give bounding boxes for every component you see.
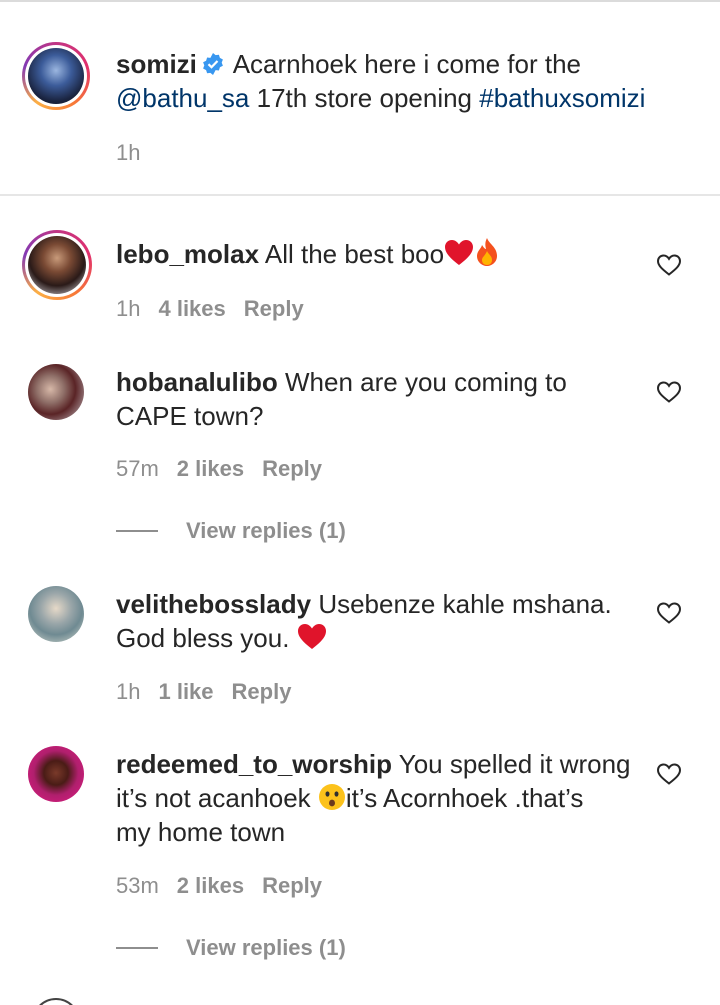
avatar[interactable] — [32, 998, 80, 1005]
verified-badge-icon — [203, 53, 223, 75]
reply-button[interactable]: Reply — [232, 679, 292, 704]
replies-dash — [116, 530, 158, 532]
comment-text: redeemed_to_worship You spelled it wrong… — [116, 747, 631, 849]
post-time: 1h — [116, 140, 141, 165]
mention-link[interactable]: @bathu_sa — [116, 83, 249, 113]
view-replies-button[interactable]: View replies (1) — [116, 935, 346, 961]
avatar[interactable] — [28, 364, 84, 420]
avatar[interactable] — [22, 230, 92, 300]
caption-text-part2: 17th store opening — [256, 83, 473, 113]
comment-body: You spelled it wrong — [398, 749, 631, 779]
avatar[interactable] — [22, 42, 90, 110]
comment-likes[interactable]: 2 likes — [177, 873, 244, 898]
like-heart-icon[interactable] — [656, 601, 682, 625]
avatar[interactable] — [28, 746, 84, 802]
comment-body: When are you coming to — [285, 367, 567, 397]
post-caption: somizi Acarnhoek here i come for the @ba… — [0, 6, 720, 196]
caption-text-part1: Acarnhoek here i come for the — [232, 49, 582, 79]
like-heart-icon[interactable] — [656, 380, 682, 404]
comment-body-line2a: it’s not acanhoek — [116, 783, 311, 813]
comment-time: 1h — [116, 679, 141, 704]
hushed-face-emoji-icon — [318, 784, 345, 810]
comment-body-line3: my home town — [116, 817, 286, 847]
comment-text: hobanalulibo When are you coming to CAPE… — [116, 365, 567, 433]
comment-username[interactable]: lebo_molax — [116, 239, 259, 269]
reply-button[interactable]: Reply — [262, 873, 322, 898]
comment-text: lebo_molax All the best boo — [116, 237, 500, 271]
like-heart-icon[interactable] — [656, 762, 682, 786]
comment-meta: 1h 4 likes Reply — [116, 296, 304, 322]
reply-button[interactable]: Reply — [262, 456, 322, 481]
comment-meta: 53m 2 likes Reply — [116, 873, 322, 899]
fire-emoji-icon — [477, 238, 498, 266]
comment-username[interactable]: hobanalulibo — [116, 367, 278, 397]
comment-body-line2: God bless you. — [116, 623, 290, 653]
view-replies-label: View replies (1) — [186, 518, 346, 543]
comment-body-line2b: it’s Acornhoek .that’s — [345, 783, 584, 813]
comment-meta: 57m 2 likes Reply — [116, 456, 322, 482]
view-replies-label: View replies (1) — [186, 935, 346, 960]
comment-text: velithebosslady Usebenze kahle mshana. G… — [116, 587, 612, 655]
red-heart-emoji-icon — [445, 240, 474, 265]
comment-time: 57m — [116, 456, 159, 481]
comment-body: Usebenze kahle mshana. — [318, 589, 612, 619]
comment-likes[interactable]: 4 likes — [158, 296, 225, 321]
view-replies-button[interactable]: View replies (1) — [116, 518, 346, 544]
reply-button[interactable]: Reply — [244, 296, 304, 321]
caption-text: somizi Acarnhoek here i come for the @ba… — [116, 47, 706, 115]
caption-username[interactable]: somizi — [116, 49, 197, 79]
comment-likes[interactable]: 2 likes — [177, 456, 244, 481]
comment-meta: 1h 1 like Reply — [116, 679, 291, 705]
avatar[interactable] — [28, 586, 84, 642]
replies-dash — [116, 947, 158, 949]
comment-username[interactable]: velithebosslady — [116, 589, 311, 619]
hashtag-link[interactable]: #bathuxsomizi — [479, 83, 645, 113]
comment-username[interactable]: redeemed_to_worship — [116, 749, 392, 779]
comment-body-line2: CAPE town? — [116, 401, 264, 431]
like-heart-icon[interactable] — [656, 253, 682, 277]
comment-body: All the best boo — [264, 239, 445, 269]
comment-time: 53m — [116, 873, 159, 898]
comment-likes[interactable]: 1 like — [158, 679, 213, 704]
red-heart-emoji-icon — [297, 624, 326, 649]
comment-time: 1h — [116, 296, 141, 321]
